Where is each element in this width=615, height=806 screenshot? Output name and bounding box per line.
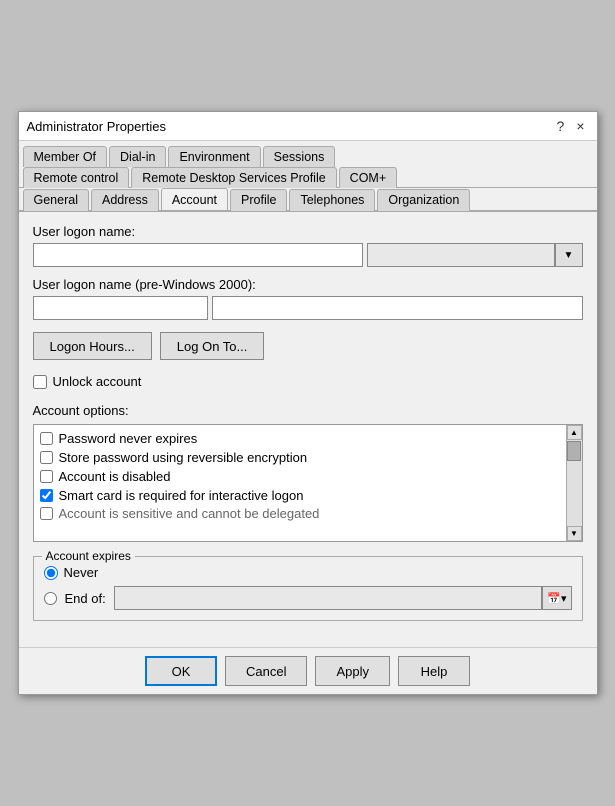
tabs-row3: General Address Account Profile Telephon… xyxy=(19,187,597,210)
pre2000-row: TAILSPINTOYS\ Administrator xyxy=(33,296,583,320)
dialog-title: Administrator Properties xyxy=(27,119,166,134)
domain-dropdown-button[interactable]: ▼ xyxy=(555,243,583,267)
password-never-expires-checkbox[interactable] xyxy=(40,432,53,445)
tab-rdsp[interactable]: Remote Desktop Services Profile xyxy=(131,167,336,188)
help-footer-button[interactable]: Help xyxy=(398,656,470,686)
close-button[interactable]: × xyxy=(572,118,588,134)
tab-sessions[interactable]: Sessions xyxy=(263,146,336,167)
tabs-row2: Remote control Remote Desktop Services P… xyxy=(19,166,597,187)
tab-com-plus[interactable]: COM+ xyxy=(339,167,397,188)
option-item: Password never expires xyxy=(34,429,562,448)
date-input[interactable]: Thursday , February 22, 2024 xyxy=(114,586,543,610)
option-item: Smart card is required for interactive l… xyxy=(34,486,562,505)
help-button[interactable]: ? xyxy=(553,118,569,134)
end-of-row: End of: Thursday , February 22, 2024 📅▾ xyxy=(44,586,572,610)
tab-account[interactable]: Account xyxy=(161,188,228,210)
account-disabled-checkbox[interactable] xyxy=(40,470,53,483)
tab-dial-in[interactable]: Dial-in xyxy=(109,146,166,167)
tab-container: Member Of Dial-in Environment Sessions R… xyxy=(19,141,597,212)
account-expires-legend: Account expires xyxy=(42,549,135,563)
end-of-radio[interactable] xyxy=(44,592,57,605)
footer: OK Cancel Apply Help xyxy=(19,647,597,694)
password-never-expires-label: Password never expires xyxy=(59,431,198,446)
unlock-account-checkbox[interactable] xyxy=(33,375,47,389)
domain-input[interactable] xyxy=(367,243,555,267)
action-buttons-row: Logon Hours... Log On To... xyxy=(33,332,583,360)
scroll-up-button[interactable]: ▲ xyxy=(567,425,582,440)
never-label: Never xyxy=(64,565,99,580)
tabs-row1: Member Of Dial-in Environment Sessions xyxy=(19,141,597,166)
unlock-account-label: Unlock account xyxy=(53,374,142,389)
tab-organization[interactable]: Organization xyxy=(377,189,470,211)
tab-remote-control[interactable]: Remote control xyxy=(23,167,130,188)
pre2000-domain-input[interactable]: TAILSPINTOYS\ xyxy=(33,296,208,320)
dialog: Administrator Properties ? × Member Of D… xyxy=(18,111,598,695)
smart-card-required-checkbox[interactable] xyxy=(40,489,53,502)
scrollbar: ▲ ▼ xyxy=(566,425,582,541)
user-logon-input[interactable] xyxy=(33,243,363,267)
account-sensitive-label: Account is sensitive and cannot be deleg… xyxy=(59,506,320,521)
date-picker-button[interactable]: 📅▾ xyxy=(542,586,571,610)
log-on-to-button[interactable]: Log On To... xyxy=(160,332,265,360)
title-bar: Administrator Properties ? × xyxy=(19,112,597,141)
account-sensitive-checkbox[interactable] xyxy=(40,507,53,520)
ok-button[interactable]: OK xyxy=(145,656,217,686)
account-disabled-label: Account is disabled xyxy=(59,469,171,484)
tab-general[interactable]: General xyxy=(23,189,89,211)
never-radio[interactable] xyxy=(44,566,58,580)
pre2000-label: User logon name (pre-Windows 2000): xyxy=(33,277,583,292)
never-radio-row: Never xyxy=(44,565,572,580)
options-list: Password never expires Store password us… xyxy=(34,425,582,525)
apply-button[interactable]: Apply xyxy=(315,656,390,686)
content-area: User logon name: ▼ User logon name (pre-… xyxy=(19,212,597,647)
user-logon-label: User logon name: xyxy=(33,224,583,239)
account-options-box: Password never expires Store password us… xyxy=(33,424,583,542)
scroll-thumb[interactable] xyxy=(567,441,581,461)
logon-hours-button[interactable]: Logon Hours... xyxy=(33,332,152,360)
unlock-account-row: Unlock account xyxy=(33,374,583,389)
user-logon-row: ▼ xyxy=(33,243,583,267)
option-item-partial: Account is sensitive and cannot be deleg… xyxy=(34,505,562,521)
store-password-checkbox[interactable] xyxy=(40,451,53,464)
tab-address[interactable]: Address xyxy=(91,189,159,211)
chevron-down-icon: ▼ xyxy=(564,250,574,261)
calendar-icon: 📅▾ xyxy=(547,592,566,605)
smart-card-required-label: Smart card is required for interactive l… xyxy=(59,488,304,503)
pre2000-name-input[interactable]: Administrator xyxy=(212,296,583,320)
tab-environment[interactable]: Environment xyxy=(168,146,260,167)
option-item: Account is disabled xyxy=(34,467,562,486)
option-item: Store password using reversible encrypti… xyxy=(34,448,562,467)
end-of-label: End of: xyxy=(65,591,106,606)
tab-member-of[interactable]: Member Of xyxy=(23,146,108,167)
title-bar-controls: ? × xyxy=(553,118,589,134)
tab-telephones[interactable]: Telephones xyxy=(289,189,375,211)
account-options-label: Account options: xyxy=(33,403,583,418)
cancel-button[interactable]: Cancel xyxy=(225,656,307,686)
scroll-down-button[interactable]: ▼ xyxy=(567,526,582,541)
account-expires-group: Account expires Never End of: Thursday ,… xyxy=(33,556,583,621)
tab-profile[interactable]: Profile xyxy=(230,189,287,211)
store-password-label: Store password using reversible encrypti… xyxy=(59,450,308,465)
